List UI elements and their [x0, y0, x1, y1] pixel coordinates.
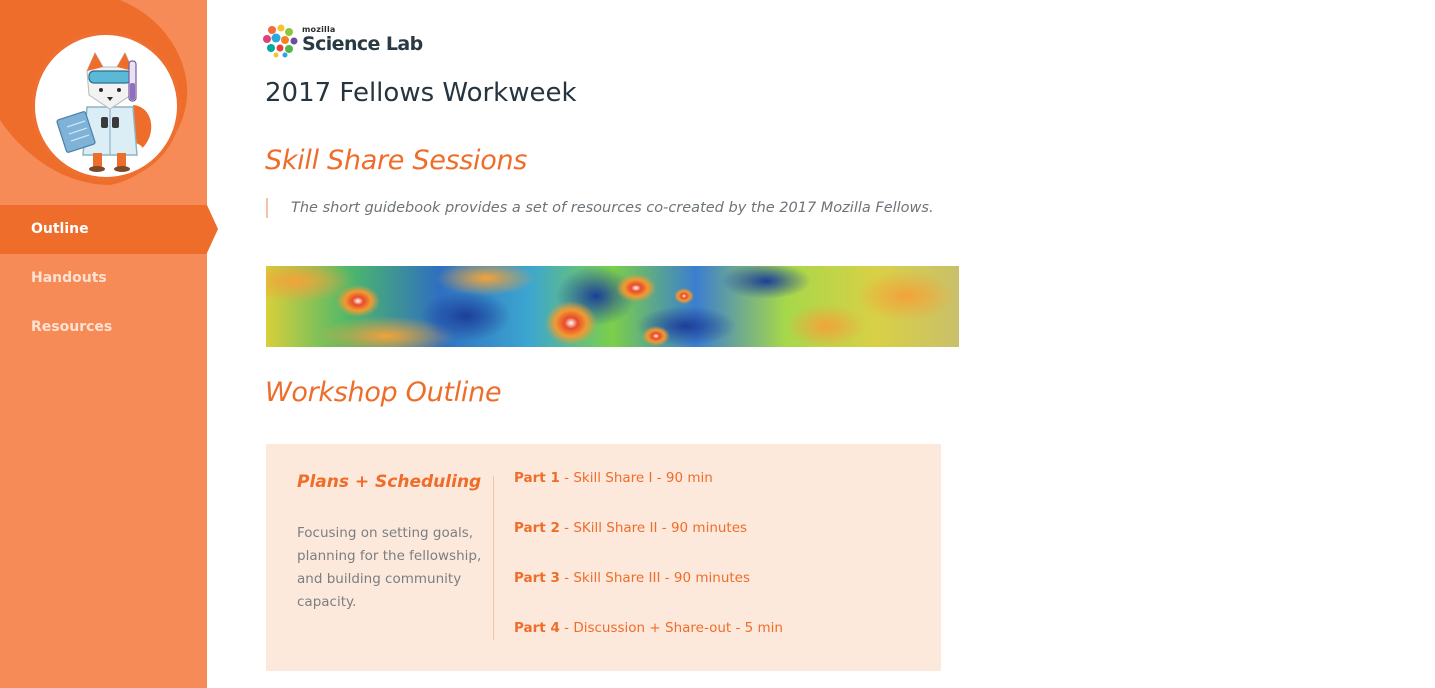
nav-item-outline[interactable]: Outline	[0, 205, 218, 254]
part-text: - Skill Share I - 90 min	[559, 470, 713, 486]
part-number: Part 2	[514, 520, 560, 536]
part-item[interactable]: Part 3 - Skill Share III - 90 minutes	[514, 570, 783, 620]
mascot-logo[interactable]	[31, 31, 181, 181]
section-title-skill-share: Skill Share Sessions	[265, 145, 528, 176]
card-left-column: Plans + Scheduling Focusing on setting g…	[297, 472, 487, 628]
part-item[interactable]: Part 2 - SKill Share II - 90 minutes	[514, 520, 783, 570]
nav-item-handouts[interactable]: Handouts	[0, 254, 207, 303]
part-number: Part 1	[514, 470, 560, 486]
part-item[interactable]: Part 4 - Discussion + Share-out - 5 min	[514, 620, 783, 670]
science-lab-dots-icon	[263, 24, 298, 58]
part-item[interactable]: Part 1 - Skill Share I - 90 min	[514, 470, 783, 520]
outline-card: Plans + Scheduling Focusing on setting g…	[266, 444, 941, 671]
sidebar: Outline Handouts Resources	[0, 0, 218, 688]
part-number: Part 4	[514, 620, 560, 636]
part-text: - SKill Share II - 90 minutes	[559, 520, 748, 536]
card-divider	[493, 476, 494, 640]
card-heading: Plans + Scheduling	[297, 472, 482, 492]
intro-quote: The short guidebook provides a set of re…	[266, 198, 934, 218]
brand-logo[interactable]: mozilla Science Lab	[262, 24, 423, 58]
part-number: Part 3	[514, 570, 560, 586]
part-text: - Skill Share III - 90 minutes	[559, 570, 751, 586]
brand-name: Science Lab	[302, 33, 423, 55]
sidebar-header	[0, 0, 207, 205]
card-description: Focusing on setting goals, planning for …	[297, 525, 482, 610]
section-title-workshop-outline: Workshop Outline	[265, 377, 502, 408]
nav-item-resources[interactable]: Resources	[0, 303, 207, 352]
sidebar-nav: Outline Handouts Resources	[0, 205, 218, 352]
part-text: - Discussion + Share-out - 5 min	[559, 620, 783, 636]
page-title: 2017 Fellows Workweek	[265, 78, 577, 108]
heatmap-texture	[266, 266, 959, 347]
banner-heatmap-image	[266, 266, 959, 347]
parts-list: Part 1 - Skill Share I - 90 min Part 2 -…	[514, 470, 783, 670]
